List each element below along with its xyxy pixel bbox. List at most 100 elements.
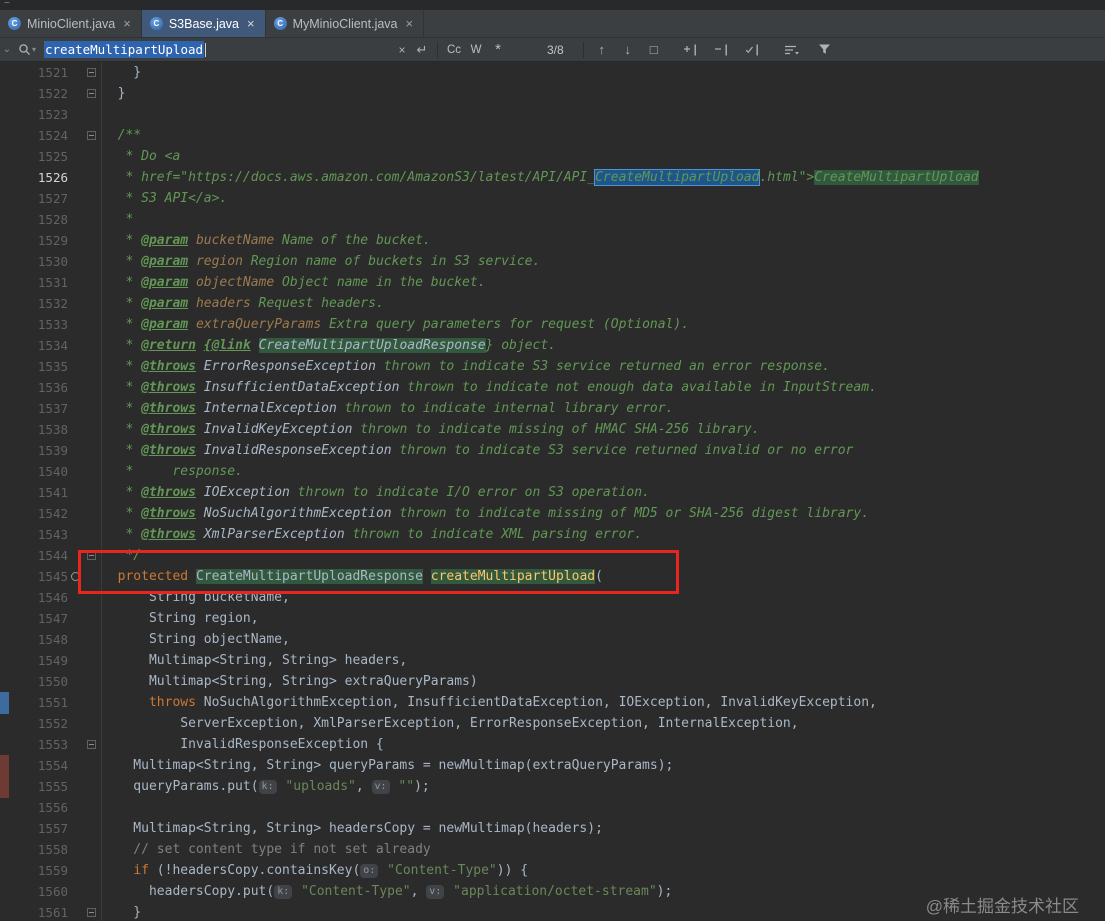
gutter-line-1548: 1548 — [0, 629, 101, 650]
open-in-find-window-button[interactable]: □ — [641, 39, 667, 61]
code-line-1540[interactable]: * response. — [102, 461, 1105, 482]
code-line-1558[interactable]: // set content type if not set already — [102, 839, 1105, 860]
gutter-line-1526: 1526 — [0, 167, 101, 188]
match-count: 3/8 — [547, 42, 564, 57]
new-line-icon[interactable]: ↵ — [412, 39, 432, 61]
words-toggle[interactable]: W — [465, 39, 487, 61]
line-number: 1557 — [37, 821, 68, 836]
gutter-line-1546: 1546 — [0, 587, 101, 608]
gutter-line-1537: 1537 — [0, 398, 101, 419]
line-number: 1521 — [37, 65, 68, 80]
remove-occurrence-button[interactable] — [712, 39, 733, 61]
code-line-1536[interactable]: * @throws InsufficientDataException thro… — [102, 377, 1105, 398]
code-line-1527[interactable]: * S3 API</a>. — [102, 188, 1105, 209]
code-line-1535[interactable]: * @throws ErrorResponseException thrown … — [102, 356, 1105, 377]
code-line-1555[interactable]: queryParams.put(k: "uploads", v: ""); — [102, 776, 1105, 797]
tab-S3Base.java[interactable]: C S3Base.java × — [141, 10, 266, 37]
code-line-1544[interactable]: */ — [102, 545, 1105, 566]
code-line-1538[interactable]: * @throws InvalidKeyException thrown to … — [102, 419, 1105, 440]
code-line-1550[interactable]: Multimap<String, String> extraQueryParam… — [102, 671, 1105, 692]
regex-toggle[interactable]: * — [487, 39, 509, 61]
code-line-1531[interactable]: * @param objectName Object name in the b… — [102, 272, 1105, 293]
fold-marker-icon[interactable] — [86, 131, 96, 140]
gutter-line-1538: 1538 — [0, 419, 101, 440]
expand-replace-chevron-icon[interactable]: ⌄ — [0, 44, 14, 55]
tab-MinioClient.java[interactable]: C MinioClient.java × — [0, 10, 142, 37]
clear-search-icon[interactable]: × — [392, 39, 412, 61]
code-line-1546[interactable]: String bucketName, — [102, 587, 1105, 608]
match-case-toggle[interactable]: Cc — [443, 39, 465, 61]
gutter-line-1551: 1551 — [0, 692, 101, 713]
line-number: 1530 — [37, 254, 68, 269]
line-number: 1541 — [37, 485, 68, 500]
gutter-line-1541: 1541 — [0, 482, 101, 503]
code-line-1552[interactable]: ServerException, XmlParserException, Err… — [102, 713, 1105, 734]
code-line-1539[interactable]: * @throws InvalidResponseException throw… — [102, 440, 1105, 461]
line-number: 1523 — [37, 107, 68, 122]
tab-list: C MinioClient.java × C S3Base.java × C MyMinioC… — [0, 10, 425, 37]
code-line-1559[interactable]: if (!headersCopy.containsKey(o: "Content… — [102, 860, 1105, 881]
code-line-1533[interactable]: * @param extraQueryParams Extra query pa… — [102, 314, 1105, 335]
fold-marker-icon[interactable] — [86, 740, 96, 749]
code-lines[interactable]: } } /** * Do <a * href="https://docs.aws… — [102, 62, 1105, 921]
tab-close-icon[interactable]: × — [123, 16, 131, 31]
line-number: 1546 — [37, 590, 68, 605]
tab-close-icon[interactable]: × — [406, 16, 414, 31]
search-match: createMultipartUpload — [430, 569, 596, 584]
code-line-1545[interactable]: protected CreateMultipartUploadResponse … — [102, 566, 1105, 587]
gutter-line-1552: 1552 — [0, 713, 101, 734]
code-line-1521[interactable]: } — [102, 62, 1105, 83]
code-line-1541[interactable]: * @throws IOException thrown to indicate… — [102, 482, 1105, 503]
gutter-line-1554: 1554 — [0, 755, 101, 776]
code-line-1528[interactable]: * — [102, 209, 1105, 230]
code-line-1549[interactable]: Multimap<String, String> headers, — [102, 650, 1105, 671]
code-line-1557[interactable]: Multimap<String, String> headersCopy = n… — [102, 818, 1105, 839]
filter-lines-button[interactable] — [782, 39, 803, 61]
code-line-1532[interactable]: * @param headers Request headers. — [102, 293, 1105, 314]
code-line-1542[interactable]: * @throws NoSuchAlgorithmException throw… — [102, 503, 1105, 524]
code-line-1554[interactable]: Multimap<String, String> queryParams = n… — [102, 755, 1105, 776]
tab-MyMinioClient.java[interactable]: C MyMinioClient.java × — [266, 10, 425, 37]
java-class-icon: C — [8, 17, 21, 30]
add-occurrence-button[interactable] — [681, 39, 702, 61]
code-line-1530[interactable]: * @param region Region name of buckets i… — [102, 251, 1105, 272]
code-line-1523[interactable] — [102, 104, 1105, 125]
line-number: 1525 — [37, 149, 68, 164]
override-marker-icon[interactable] — [70, 572, 80, 581]
fold-marker-icon[interactable] — [86, 68, 96, 77]
prev-occurrence-button[interactable]: ↑ — [589, 39, 615, 61]
code-line-1522[interactable]: } — [102, 83, 1105, 104]
code-line-1553[interactable]: InvalidResponseException { — [102, 734, 1105, 755]
code-line-1525[interactable]: * Do <a — [102, 146, 1105, 167]
ide-window: − C MinioClient.java × C S3Base.java × C MyMini… — [0, 0, 1105, 921]
fold-marker-icon[interactable] — [86, 551, 96, 560]
editor-area[interactable]: 1521 1522 1523 1524 1525 1526 1527 1528 1529 1530… — [0, 62, 1105, 921]
code-line-1556[interactable] — [102, 797, 1105, 818]
line-number: 1533 — [37, 317, 68, 332]
code-line-1534[interactable]: * @return {@link CreateMultipartUploadRe… — [102, 335, 1105, 356]
line-number: 1536 — [37, 380, 68, 395]
search-magnifier-icon[interactable]: ▾ — [14, 43, 40, 56]
select-all-occurrences-button[interactable] — [743, 39, 764, 61]
code-line-1526[interactable]: * href="https://docs.aws.amazon.com/Amaz… — [102, 167, 1105, 188]
code-line-1548[interactable]: String objectName, — [102, 629, 1105, 650]
code-line-1529[interactable]: * @param bucketName Name of the bucket. — [102, 230, 1105, 251]
fold-marker-icon[interactable] — [86, 908, 96, 917]
tab-close-icon[interactable]: × — [247, 16, 255, 31]
code-line-1524[interactable]: /** — [102, 125, 1105, 146]
code-line-1537[interactable]: * @throws InternalException thrown to in… — [102, 398, 1105, 419]
line-number: 1540 — [37, 464, 68, 479]
title-bar: − — [0, 0, 1105, 10]
gutter-line-1547: 1547 — [0, 608, 101, 629]
search-input[interactable]: createMultipartUpload — [40, 38, 392, 62]
param-hint: k: — [258, 780, 277, 794]
next-occurrence-button[interactable]: ↓ — [615, 39, 641, 61]
code-line-1547[interactable]: String region, — [102, 608, 1105, 629]
code-line-1543[interactable]: * @throws XmlParserException thrown to i… — [102, 524, 1105, 545]
param-hint: v: — [371, 780, 390, 794]
gutter-line-1560: 1560 — [0, 881, 101, 902]
filter-funnel-icon[interactable] — [815, 39, 835, 61]
code-line-1551[interactable]: throws NoSuchAlgorithmException, Insuffi… — [102, 692, 1105, 713]
gutter-line-1530: 1530 — [0, 251, 101, 272]
fold-marker-icon[interactable] — [86, 89, 96, 98]
